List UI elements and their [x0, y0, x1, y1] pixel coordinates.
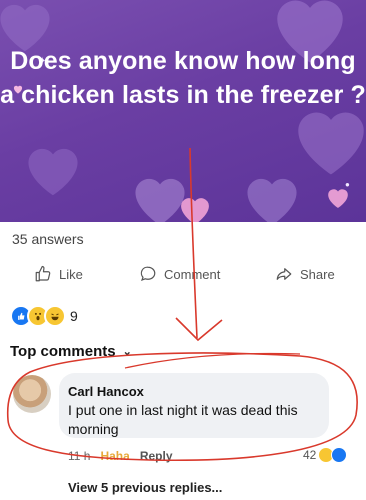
reaction-count: 9	[70, 308, 78, 324]
comment-reaction-count: 42	[303, 448, 317, 462]
like-button[interactable]: Like	[34, 259, 83, 289]
heart-decoration-icon	[28, 148, 78, 196]
reaction-summary[interactable]: 9	[10, 305, 78, 327]
annotation-underline	[124, 352, 301, 369]
comment-text: I put one in last night it was dead this…	[68, 402, 298, 437]
post-action-bar: Like Comment Share	[0, 259, 366, 289]
share-arrow-icon	[276, 268, 292, 280]
avatar[interactable]	[13, 375, 51, 413]
comment-haha-button[interactable]: Haha	[100, 449, 129, 463]
post-background-banner: ✦ ● Does anyone know how long a chicken …	[0, 0, 366, 222]
view-previous-replies-link[interactable]: View 5 previous replies...	[68, 480, 222, 495]
like-reaction-icon	[331, 447, 348, 463]
sparkle-icon: ●	[345, 180, 350, 189]
comment-sort-dropdown[interactable]: Top comments ⌄	[10, 343, 132, 360]
annotation-arrow-head	[175, 317, 223, 342]
comment-bubble-icon	[140, 266, 156, 282]
share-label: Share	[300, 266, 335, 282]
comment-reaction-summary[interactable]: 42	[303, 447, 348, 463]
share-button[interactable]: Share	[275, 259, 335, 289]
comment-timestamp[interactable]: 11 h	[68, 449, 90, 463]
post-question-text: Does anyone know how long a chicken last…	[0, 47, 366, 109]
comment-button[interactable]: Comment	[139, 259, 220, 289]
heart-decoration-icon	[181, 198, 209, 222]
comment-sort-label: Top comments	[10, 343, 116, 360]
chevron-down-icon: ⌄	[122, 346, 132, 358]
haha-reaction-icon	[44, 305, 66, 327]
comment-author-name[interactable]: Carl Hancox	[68, 384, 144, 399]
like-label: Like	[59, 266, 83, 282]
comment-reply-button[interactable]: Reply	[140, 449, 173, 463]
comment-label: Comment	[164, 266, 221, 282]
comment-meta-row: 11 h Haha Reply	[68, 449, 173, 463]
heart-decoration-icon	[247, 178, 297, 222]
thumbs-up-icon	[35, 265, 51, 282]
answers-count[interactable]: 35 answers	[12, 231, 84, 247]
